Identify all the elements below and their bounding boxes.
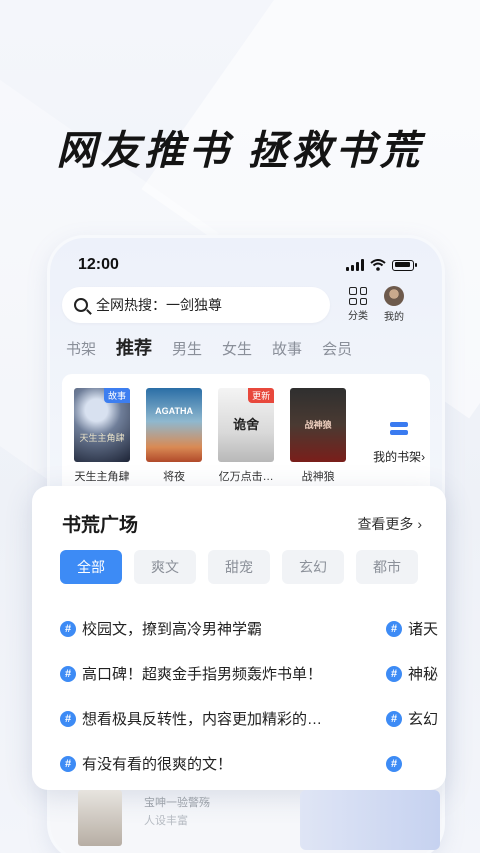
category-label: 分类 — [348, 311, 368, 322]
chip-tianchong[interactable]: 甜宠 — [208, 550, 270, 584]
category-chips: 全部 爽文 甜宠 玄幻 都市 — [60, 550, 418, 584]
topic-side-item[interactable]: # 玄幻 — [386, 708, 446, 729]
search-icon — [74, 297, 88, 312]
book-badge: 更新 — [248, 388, 275, 403]
book-title: 战神狼 — [301, 471, 335, 483]
chip-all[interactable]: 全部 — [60, 550, 122, 584]
battery-icon — [392, 259, 417, 271]
mine-button[interactable]: 我的 — [384, 286, 404, 323]
tab-story[interactable]: 故事 — [272, 338, 302, 359]
list-item[interactable]: # 想看极具反转性，内容更加精彩的… # 玄幻 — [60, 696, 446, 741]
chip-dushi[interactable]: 都市 — [356, 550, 418, 584]
my-bookshelf-button[interactable]: 我的书架› — [368, 388, 430, 498]
book-title: 亿万点击… — [218, 471, 274, 483]
card-title: 书荒广场 — [62, 515, 139, 536]
topic-side-item[interactable]: # 诸天 — [386, 618, 446, 639]
tab-female[interactable]: 女生 — [222, 338, 252, 359]
bottom-peek-content: 宝呻一验警殇 人设丰富 — [78, 790, 440, 853]
tab-recommend[interactable]: 推荐 — [116, 334, 152, 360]
list-item[interactable]: # 高口碑！超爽金手指男频轰炸书单！ # 神秘 — [60, 651, 446, 696]
topic-text: 高口碑！超爽金手指男频轰炸书单！ — [82, 666, 323, 683]
book-cover: 故事 天生主角肆 — [74, 388, 131, 462]
hashtag-icon: # — [386, 710, 402, 727]
book-card[interactable]: AGATHA 将夜 — [146, 388, 203, 498]
topic-side-text: 神秘 — [408, 666, 439, 683]
peek-book-cover — [78, 790, 122, 846]
category-button[interactable]: 分类 — [348, 287, 368, 322]
peek-line2: 人设丰富 — [144, 815, 188, 827]
cover-text: 诡舍 — [233, 417, 260, 432]
status-bar: 12:00 — [78, 254, 417, 276]
book-card[interactable]: 战神狼 战神狼 — [290, 388, 347, 498]
search-hot-text: 全网热搜：一剑独尊 — [96, 296, 222, 313]
topic-side-item[interactable]: # — [386, 755, 408, 772]
book-cover: 更新 诡舍 — [218, 388, 275, 462]
peek-banner — [300, 790, 440, 850]
topic-list: # 校园文，撩到高冷男神学霸 # 诸天 # 高口碑！超爽金手指男频轰炸书单！ #… — [60, 606, 446, 786]
chip-xuanhuan[interactable]: 玄幻 — [282, 550, 344, 584]
hashtag-icon: # — [386, 755, 402, 772]
bookshelf-icon — [390, 421, 409, 440]
headline: 网友推书 拯救书荒 — [56, 129, 424, 173]
tab-shelf[interactable]: 书架 — [66, 338, 96, 359]
book-cover: 战神狼 — [290, 388, 347, 462]
tab-male[interactable]: 男生 — [172, 338, 202, 359]
wifi-icon — [370, 259, 386, 271]
hashtag-icon: # — [60, 755, 76, 772]
hashtag-icon: # — [386, 620, 402, 637]
book-cover: AGATHA — [146, 388, 203, 462]
cover-text: 战神狼 — [304, 420, 332, 430]
hashtag-icon: # — [60, 665, 76, 682]
topic-text: 校园文，撩到高冷男神学霸 — [82, 621, 263, 638]
bookshelf-panel: 故事 天生主角肆 天生主角肆 AGATHA 将夜 更新 诡舍 亿万点击… 战神狼… — [62, 374, 430, 498]
topic-text: 有没有看的很爽的文！ — [82, 756, 233, 773]
book-title: 天生主角肆 — [74, 471, 130, 483]
topic-text: 想看极具反转性，内容更加精彩的… — [82, 711, 323, 728]
hashtag-icon: # — [386, 665, 402, 682]
topic-side-text: 玄幻 — [408, 711, 439, 728]
book-famine-square-card: 书荒广场 查看更多 › 全部 爽文 甜宠 玄幻 都市 # 校园文，撩到高冷男神学… — [32, 486, 446, 790]
cover-text: AGATHA — [155, 406, 193, 416]
book-card[interactable]: 故事 天生主角肆 天生主角肆 — [74, 388, 131, 498]
signal-icon — [346, 259, 364, 271]
cover-text: 天生主角肆 — [79, 433, 125, 443]
grid-icon — [349, 287, 367, 305]
topic-side-item[interactable]: # 神秘 — [386, 663, 446, 684]
chip-shuangwen[interactable]: 爽文 — [134, 550, 196, 584]
book-title: 将夜 — [163, 471, 186, 483]
status-time: 12:00 — [78, 256, 119, 273]
book-card[interactable]: 更新 诡舍 亿万点击… — [218, 388, 275, 498]
topic-side-text: 诸天 — [408, 621, 439, 638]
list-item[interactable]: # 有没有看的很爽的文！ # — [60, 741, 446, 786]
view-more-link[interactable]: 查看更多 › — [357, 514, 422, 534]
hashtag-icon: # — [60, 620, 76, 637]
tab-bar: 书架 推荐 男生 女生 故事 会员 — [66, 334, 352, 360]
tab-member[interactable]: 会员 — [322, 338, 352, 359]
avatar — [384, 286, 404, 306]
book-badge: 故事 — [104, 388, 131, 403]
mine-label: 我的 — [384, 312, 404, 323]
my-bookshelf-label: 我的书架› — [373, 449, 426, 464]
list-item[interactable]: # 校园文，撩到高冷男神学霸 # 诸天 — [60, 606, 446, 651]
peek-line1: 宝呻一验警殇 — [144, 797, 210, 809]
hashtag-icon: # — [60, 710, 76, 727]
search-input[interactable]: 全网热搜：一剑独尊 — [62, 286, 330, 323]
